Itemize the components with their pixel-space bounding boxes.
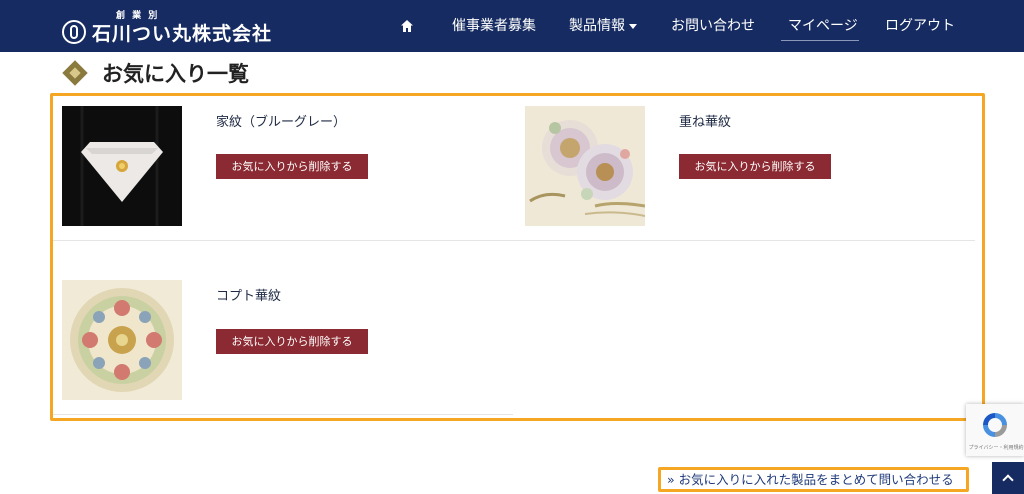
favorites-list: 家紋（ブルーグレー） お気に入りから削除する 重ね華紋 お気に入りから削除する [50, 93, 985, 421]
site-header: 創 業 別 石川つい丸株式会社 催事業者募集 製品情報 お問い合わせ マイページ… [0, 0, 1024, 52]
recaptcha-terms: プライバシー・利用規約 [968, 445, 1024, 451]
nav-mypage[interactable]: マイページ [788, 17, 858, 35]
scroll-top-button[interactable] [992, 462, 1024, 494]
product-name[interactable]: コプト華紋 [216, 285, 281, 304]
chevron-down-icon [629, 23, 637, 29]
recaptcha-icon [983, 413, 1007, 437]
remove-favorite-button[interactable]: お気に入りから削除する [216, 154, 368, 179]
nav-active-indicator [781, 40, 859, 41]
main-nav: 催事業者募集 製品情報 お問い合わせ マイページ ログアウト [0, 0, 1024, 52]
nav-recruit[interactable]: 催事業者募集 [452, 17, 536, 35]
diamond-icon [62, 60, 88, 86]
remove-favorite-button[interactable]: お気に入りから削除する [679, 154, 831, 179]
product-image-family-crest[interactable] [62, 106, 182, 226]
product-name[interactable]: 家紋（ブルーグレー） [216, 111, 346, 130]
row-divider [53, 414, 513, 415]
nav-contact[interactable]: お問い合わせ [671, 17, 755, 35]
product-image-coptic-flower[interactable] [62, 280, 182, 400]
bulk-inquiry-link[interactable]: » お気に入りに入れた製品をまとめて問い合わせる [658, 467, 969, 492]
page-title: お気に入り一覧 [62, 58, 249, 88]
page-title-text: お気に入り一覧 [102, 61, 249, 86]
nav-logout[interactable]: ログアウト [885, 17, 955, 35]
recaptcha-badge[interactable]: プライバシー・利用規約 [966, 404, 1024, 456]
home-icon[interactable] [400, 19, 414, 33]
row-divider [53, 240, 975, 241]
remove-favorite-button[interactable]: お気に入りから削除する [216, 329, 368, 354]
product-name[interactable]: 重ね華紋 [679, 111, 731, 130]
nav-products-label: 製品情報 [569, 18, 625, 34]
nav-products[interactable]: 製品情報 [569, 17, 637, 35]
product-image-layered-flower[interactable] [525, 106, 645, 226]
